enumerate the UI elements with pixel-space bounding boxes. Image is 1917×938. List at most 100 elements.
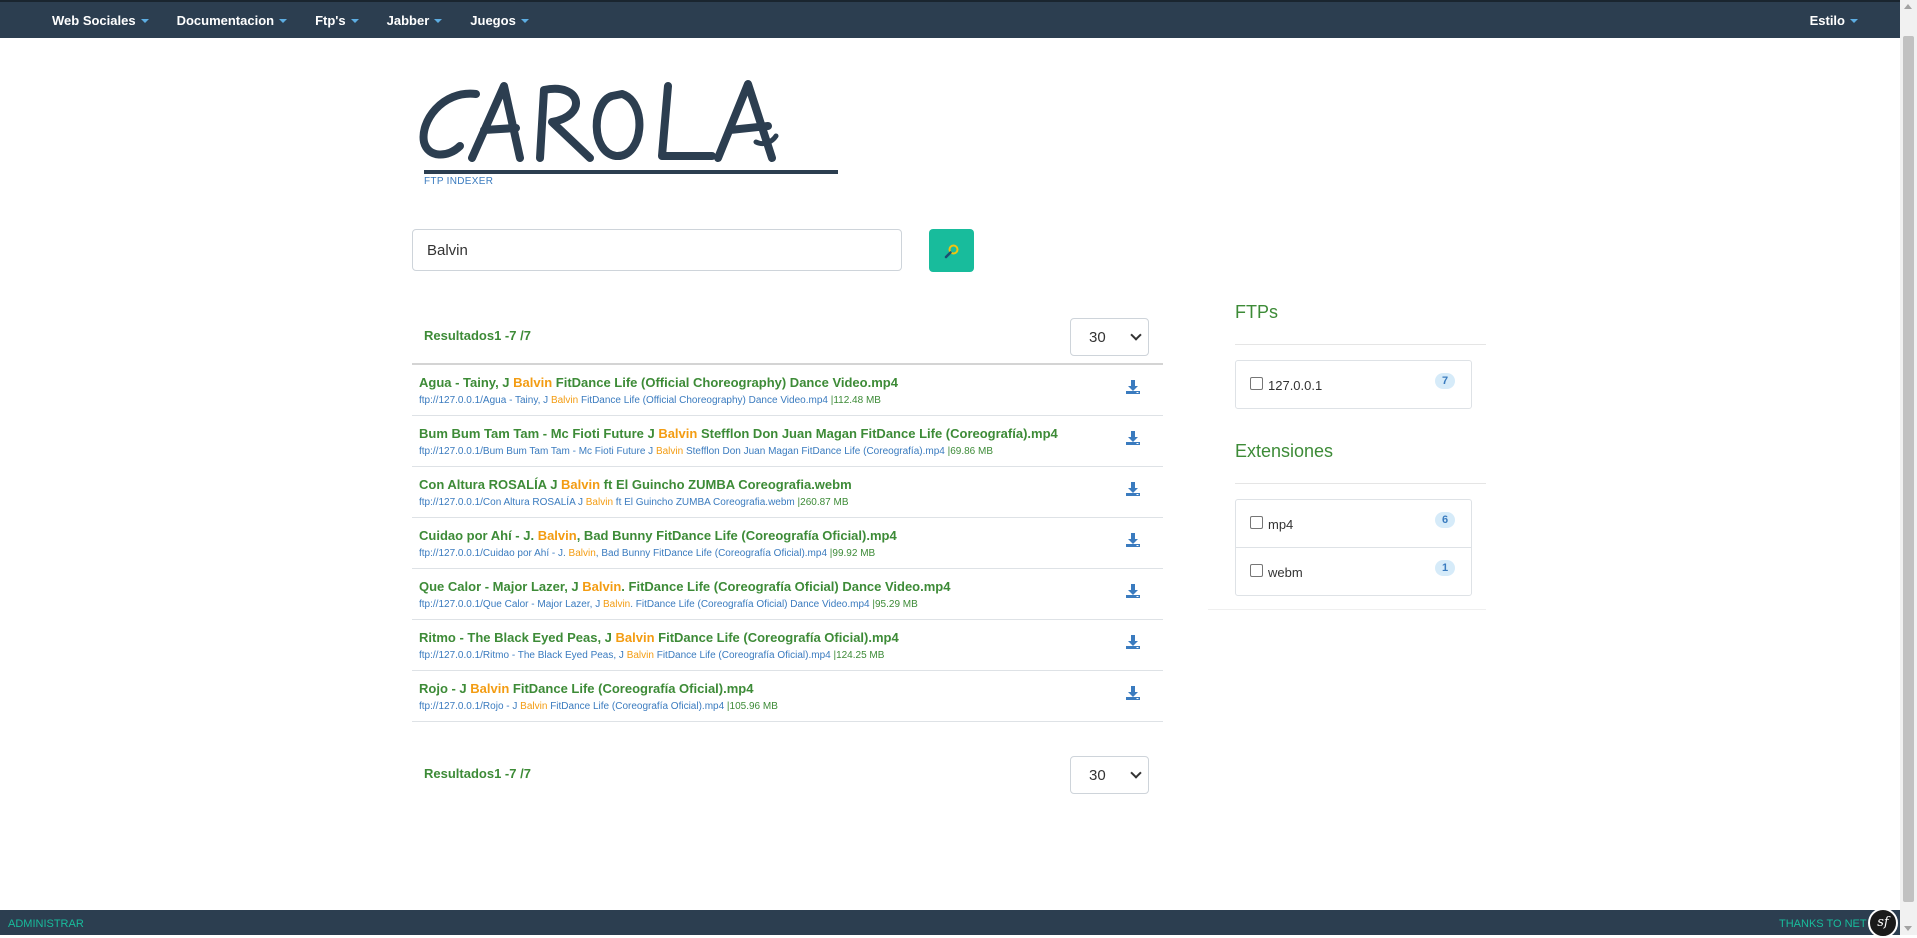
path-text: ftp://127.0.0.1/Con Altura ROSALÍA J: [419, 497, 586, 508]
file-size: |260.87 MB: [794, 497, 849, 508]
result-title-link[interactable]: Con Altura ROSALÍA J Balvin ft El Guinch…: [419, 477, 852, 492]
search-highlight: Balvin: [537, 528, 577, 543]
result-path-link[interactable]: ftp://127.0.0.1/Ritmo - The Black Eyed P…: [419, 650, 884, 661]
chevron-down-icon: [1130, 329, 1142, 341]
download-icon[interactable]: [1125, 379, 1141, 395]
extension-filter-item-mp4[interactable]: mp4 6: [1236, 500, 1471, 548]
result-title-link[interactable]: Que Calor - Major Lazer, J Balvin. FitDa…: [419, 579, 950, 594]
path-text: Stefflon Don Juan Magan FitDance Life (C…: [683, 446, 945, 457]
path-text: ftp://127.0.0.1/Rojo - J: [419, 701, 521, 712]
search-highlight: Balvin: [585, 497, 614, 508]
path-text: FitDance Life (Coreografía Oficial).mp4: [653, 650, 831, 661]
download-icon[interactable]: [1125, 481, 1141, 497]
divider: [1235, 344, 1486, 345]
file-size: |105.96 MB: [724, 701, 778, 712]
title-text: Ritmo - The Black Eyed Peas, J: [419, 630, 616, 645]
nav-item-juegos[interactable]: Juegos: [470, 13, 529, 28]
result-row: Ritmo - The Black Eyed Peas, J Balvin Fi…: [412, 620, 1163, 671]
result-title-link[interactable]: Bum Bum Tam Tam - Mc Fioti Future J Balv…: [419, 426, 1058, 441]
nav-item-estilo[interactable]: Estilo: [1810, 13, 1858, 28]
result-row: Con Altura ROSALÍA J Balvin ft El Guinch…: [412, 467, 1163, 518]
thanks-link[interactable]: THANKS TO NET: [1779, 918, 1867, 930]
search-button[interactable]: [929, 229, 974, 272]
result-row: Cuidao por Ahí - J. Balvin, Bad Bunny Fi…: [412, 518, 1163, 569]
path-text: ftp://127.0.0.1/Agua - Tainy, J: [419, 395, 551, 406]
caret-down-icon: [140, 19, 149, 23]
extensions-heading: Extensiones: [1235, 441, 1334, 461]
result-path-link[interactable]: ftp://127.0.0.1/Bum Bum Tam Tam - Mc Fio…: [419, 446, 993, 457]
ftps-filter-panel: 127.0.0.1 7: [1235, 360, 1472, 409]
count-badge: 7: [1435, 373, 1455, 389]
result-title-link[interactable]: Agua - Tainy, J Balvin FitDance Life (Of…: [419, 375, 898, 390]
file-size: |112.48 MB: [827, 395, 881, 406]
search-highlight: Balvin: [626, 650, 654, 661]
scroll-thumb[interactable]: [1903, 36, 1914, 902]
download-icon[interactable]: [1125, 583, 1141, 599]
nav-menu: Web Sociales Documentacion Ftp's Jabber …: [38, 2, 543, 38]
nav-item-label: Estilo: [1809, 12, 1845, 28]
title-text: Que Calor - Major Lazer, J: [419, 579, 583, 594]
title-text: FitDance Life (Official Choreography) Da…: [552, 375, 898, 390]
path-text: ftp://127.0.0.1/Que Calor - Major Lazer,…: [419, 599, 603, 610]
search-highlight: Balvin: [513, 375, 553, 390]
result-path-link[interactable]: ftp://127.0.0.1/Con Altura ROSALÍA J Bal…: [419, 497, 849, 508]
nav-item-documentacion[interactable]: Documentacion: [177, 13, 288, 28]
search-highlight: Balvin: [520, 701, 548, 712]
nav-item-jabber[interactable]: Jabber: [387, 13, 443, 28]
admin-link[interactable]: ADMINISTRAR: [8, 918, 84, 930]
file-size: |124.25 MB: [830, 650, 885, 661]
result-path-link[interactable]: ftp://127.0.0.1/Cuidao por Ahí - J. Balv…: [419, 548, 875, 559]
results-summary-top: Resultados1 -7 /7: [424, 328, 531, 343]
scroll-up-arrow-icon[interactable]: [1904, 4, 1912, 9]
logo-subtitle: FTP INDEXER: [424, 176, 494, 187]
path-text: . FitDance Life (Coreografía Oficial) Da…: [630, 599, 870, 610]
divider: [1208, 609, 1486, 610]
caret-down-icon: [350, 19, 359, 23]
search-highlight: Balvin: [582, 579, 622, 594]
nav-item-web-sociales[interactable]: Web Sociales: [52, 13, 149, 28]
search-highlight: Balvin: [615, 630, 655, 645]
search-highlight: Balvin: [550, 395, 579, 406]
result-path-link[interactable]: ftp://127.0.0.1/Agua - Tainy, J Balvin F…: [419, 395, 881, 406]
result-path-link[interactable]: ftp://127.0.0.1/Que Calor - Major Lazer,…: [419, 599, 918, 610]
title-text: . FitDance Life (Coreografía Oficial) Da…: [621, 579, 951, 594]
nav-item-ftps[interactable]: Ftp's: [315, 13, 359, 28]
extension-filter-item-webm[interactable]: webm 1: [1236, 548, 1471, 595]
page-scrollbar[interactable]: [1900, 0, 1917, 935]
page-footer: ADMINISTRAR THANKS TO NET: [0, 910, 1900, 935]
top-navbar: Web Sociales Documentacion Ftp's Jabber …: [0, 0, 1900, 38]
result-title-link[interactable]: Rojo - J Balvin FitDance Life (Coreograf…: [419, 681, 753, 696]
nav-item-label: Jabber: [386, 12, 430, 28]
per-page-select-bottom[interactable]: 30: [1070, 756, 1149, 794]
divider: [1235, 483, 1486, 484]
title-text: , Bad Bunny FitDance Life (Coreografía O…: [576, 528, 897, 543]
per-page-value: 30: [1089, 766, 1106, 784]
extension-label: mp4: [1268, 517, 1294, 532]
download-icon[interactable]: [1125, 430, 1141, 446]
symfony-icon[interactable]: sf: [1868, 908, 1898, 938]
ftp-checkbox[interactable]: [1250, 377, 1263, 390]
search-input[interactable]: [412, 229, 902, 271]
title-text: Bum Bum Tam Tam - Mc Fioti Future J: [419, 426, 659, 441]
title-text: FitDance Life (Coreografía Oficial).mp4: [509, 681, 754, 696]
nav-item-label: Web Sociales: [52, 12, 136, 28]
download-icon[interactable]: [1125, 685, 1141, 701]
search-icon: [944, 244, 958, 258]
scroll-down-arrow-icon[interactable]: [1904, 926, 1912, 931]
ftp-filter-item[interactable]: 127.0.0.1 7: [1236, 361, 1471, 408]
chevron-down-icon: [1130, 767, 1142, 779]
extension-checkbox[interactable]: [1250, 564, 1263, 577]
extension-checkbox[interactable]: [1250, 516, 1263, 529]
ftps-heading: FTPs: [1235, 302, 1278, 322]
ftp-label: 127.0.0.1: [1268, 378, 1323, 393]
caret-down-icon: [434, 19, 443, 23]
file-size: |69.86 MB: [944, 446, 994, 457]
result-path-link[interactable]: ftp://127.0.0.1/Rojo - J Balvin FitDance…: [419, 701, 778, 712]
result-title-link[interactable]: Cuidao por Ahí - J. Balvin, Bad Bunny Fi…: [419, 528, 897, 543]
result-title-link[interactable]: Ritmo - The Black Eyed Peas, J Balvin Fi…: [419, 630, 899, 645]
per-page-select-top[interactable]: 30: [1070, 318, 1149, 356]
result-row: Bum Bum Tam Tam - Mc Fioti Future J Balv…: [412, 416, 1163, 467]
per-page-value: 30: [1089, 328, 1106, 346]
download-icon[interactable]: [1125, 532, 1141, 548]
download-icon[interactable]: [1125, 634, 1141, 650]
